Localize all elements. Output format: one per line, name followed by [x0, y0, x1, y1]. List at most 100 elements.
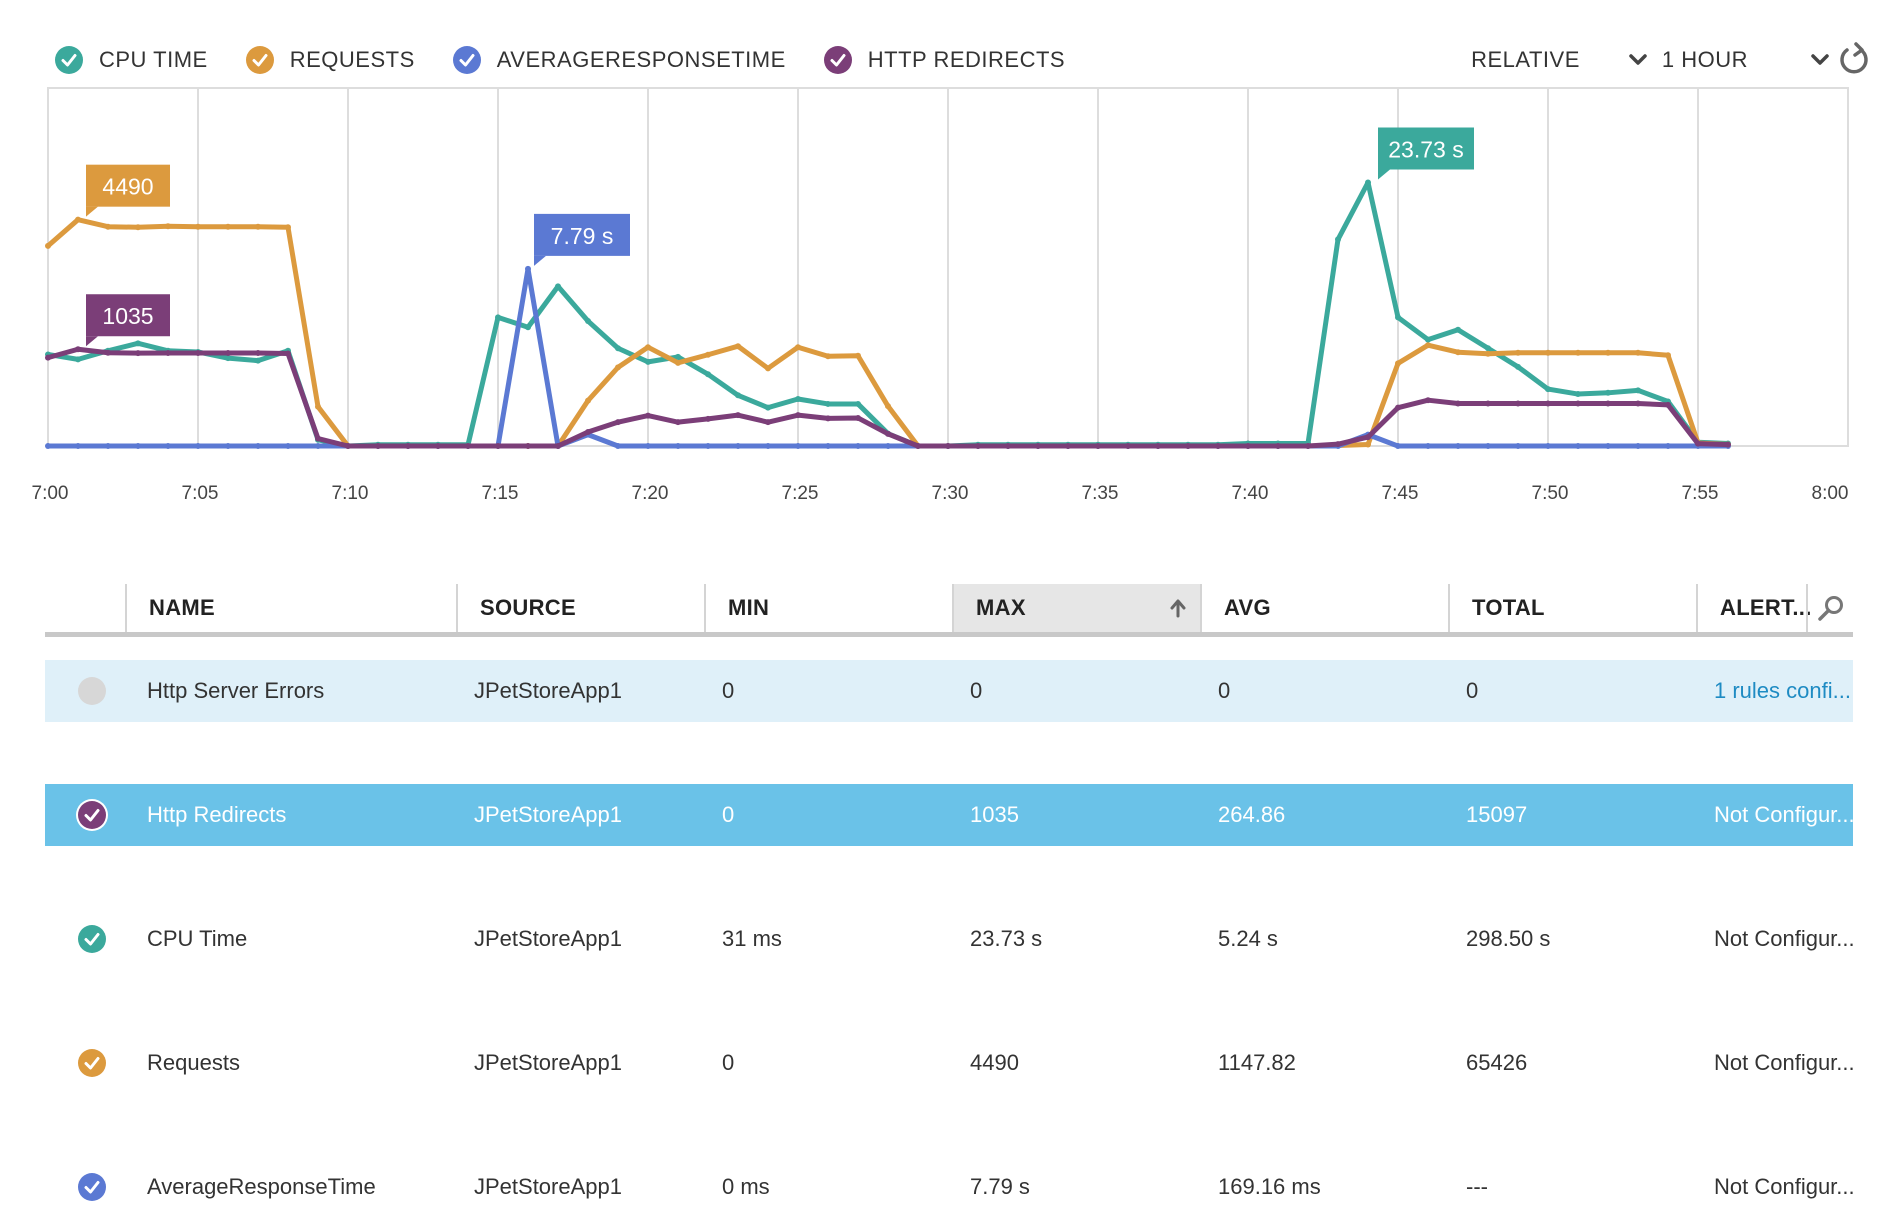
- data-point: [1545, 400, 1551, 407]
- data-point: [585, 428, 591, 435]
- column-header-max[interactable]: MAX: [952, 584, 1200, 632]
- data-point: [1515, 363, 1521, 370]
- column-header-alerts[interactable]: ALERT...: [1696, 584, 1811, 632]
- data-point: [1395, 404, 1401, 411]
- column-header-avg[interactable]: AVG: [1200, 584, 1448, 632]
- legend-label: REQUESTS: [289, 47, 415, 72]
- cell-name: Requests: [147, 1050, 240, 1075]
- cell-total: 298.50 s: [1466, 926, 1551, 951]
- check-circle-icon[interactable]: [78, 1173, 106, 1201]
- data-point: [1395, 443, 1401, 449]
- data-point: [1365, 434, 1371, 441]
- data-point: [1455, 349, 1461, 356]
- cell-max: 23.73 s: [970, 926, 1043, 951]
- data-point: [1035, 443, 1041, 449]
- data-point: [1485, 443, 1491, 449]
- x-tick-label: 7:50: [1532, 483, 1569, 504]
- refresh-icon[interactable]: [1836, 42, 1872, 78]
- range-dropdown-label[interactable]: 1 HOUR: [1662, 47, 1748, 73]
- cell-min: 0 ms: [722, 1174, 770, 1199]
- data-point: [1575, 443, 1581, 449]
- column-header-source[interactable]: SOURCE: [456, 584, 704, 632]
- data-point: [1605, 389, 1611, 396]
- column-header-label: MAX: [976, 595, 1026, 620]
- grid-header: NAME SOURCE MIN MAX AVG TOTAL ALERT...: [45, 584, 1853, 637]
- data-point: [105, 443, 111, 449]
- check-circle-icon: [55, 46, 83, 74]
- check-circle-icon: [452, 46, 481, 74]
- data-point: [705, 443, 711, 449]
- legend-item-requests[interactable]: REQUESTS: [245, 46, 415, 74]
- data-point: [1575, 391, 1581, 398]
- time-controls: RELATIVE 1 HOUR: [1471, 40, 1890, 80]
- chevron-down-icon[interactable]: [1628, 50, 1648, 70]
- mode-dropdown-label[interactable]: RELATIVE: [1471, 47, 1580, 73]
- data-point: [615, 419, 621, 426]
- table-row[interactable]: Http Redirects JPetStoreApp1 0 1035 264.86 15…: [45, 784, 1855, 846]
- data-point: [225, 349, 231, 356]
- data-point: [825, 400, 831, 407]
- data-point: [1275, 443, 1281, 449]
- table-row[interactable]: AverageResponseTime JPetStoreApp1 0 ms 7.79…: [45, 1156, 1855, 1218]
- search-icon[interactable]: [1816, 594, 1846, 624]
- cell-source: JPetStoreApp1: [474, 802, 622, 827]
- data-point: [315, 435, 321, 442]
- table-row[interactable]: Requests JPetStoreApp1 0 4490 1147.82 65426 No…: [45, 1032, 1855, 1094]
- legend-item-average-response-time[interactable]: AVERAGERESPONSETIME: [452, 46, 786, 74]
- data-point: [705, 371, 711, 378]
- data-point: [1425, 342, 1431, 349]
- data-point: [1425, 336, 1431, 343]
- data-point: [1545, 443, 1551, 449]
- data-point: [765, 365, 771, 372]
- cell-alerts[interactable]: 1 rules confi...: [1714, 660, 1856, 722]
- data-point: [555, 443, 561, 449]
- legend-label: CPU TIME: [99, 47, 208, 72]
- column-header-name[interactable]: NAME: [125, 584, 456, 632]
- data-point: [825, 415, 831, 422]
- data-point: [885, 403, 891, 410]
- data-point: [1605, 443, 1611, 449]
- data-point: [1545, 349, 1551, 356]
- data-point: [225, 355, 231, 362]
- chevron-down-icon[interactable]: [1810, 50, 1830, 70]
- data-point: [1455, 443, 1461, 449]
- data-point: [1335, 441, 1341, 448]
- cell-min: 0: [722, 678, 735, 703]
- cell-total: 65426: [1466, 1050, 1528, 1075]
- cell-total: ---: [1466, 1174, 1488, 1199]
- data-point: [675, 359, 681, 366]
- check-circle-icon[interactable]: [78, 1049, 106, 1077]
- data-point: [135, 443, 141, 449]
- data-point: [645, 443, 651, 449]
- cell-name: CPU Time: [147, 926, 248, 951]
- data-point: [255, 443, 261, 449]
- x-tick-label: 7:15: [482, 483, 519, 504]
- data-point: [225, 223, 231, 230]
- data-point: [945, 443, 951, 449]
- data-point: [165, 349, 171, 356]
- legend-item-http-redirects[interactable]: HTTP REDIRECTS: [823, 46, 1066, 74]
- data-point: [1635, 349, 1641, 356]
- column-header-min[interactable]: MIN: [704, 584, 952, 632]
- check-circle-icon[interactable]: [78, 925, 106, 953]
- unchecked-circle-icon[interactable]: [78, 677, 106, 705]
- cell-name: Http Server Errors: [147, 678, 325, 703]
- check-circle-icon[interactable]: [78, 801, 106, 829]
- column-header-total[interactable]: TOTAL: [1448, 584, 1696, 632]
- data-point: [495, 443, 501, 449]
- table-row[interactable]: Http Server Errors JPetStoreApp1 0 0 0 0 1 rul…: [45, 660, 1853, 722]
- table-row[interactable]: CPU Time JPetStoreApp1 31 ms 23.73 s 5.24 s 2…: [45, 908, 1855, 970]
- data-point: [585, 318, 591, 325]
- legend-label: HTTP REDIRECTS: [867, 47, 1066, 72]
- data-point: [885, 430, 891, 437]
- data-point: [855, 352, 861, 359]
- legend-item-cpu-time[interactable]: CPU TIME: [55, 46, 208, 74]
- data-point: [315, 403, 321, 410]
- data-point: [1425, 443, 1431, 449]
- data-point: [855, 400, 861, 407]
- x-tick-label: 7:40: [1232, 483, 1269, 504]
- cell-total: 0: [1466, 678, 1479, 703]
- cell-min: 0: [722, 1050, 735, 1075]
- x-tick-label: 7:20: [632, 483, 669, 504]
- data-point: [255, 349, 261, 356]
